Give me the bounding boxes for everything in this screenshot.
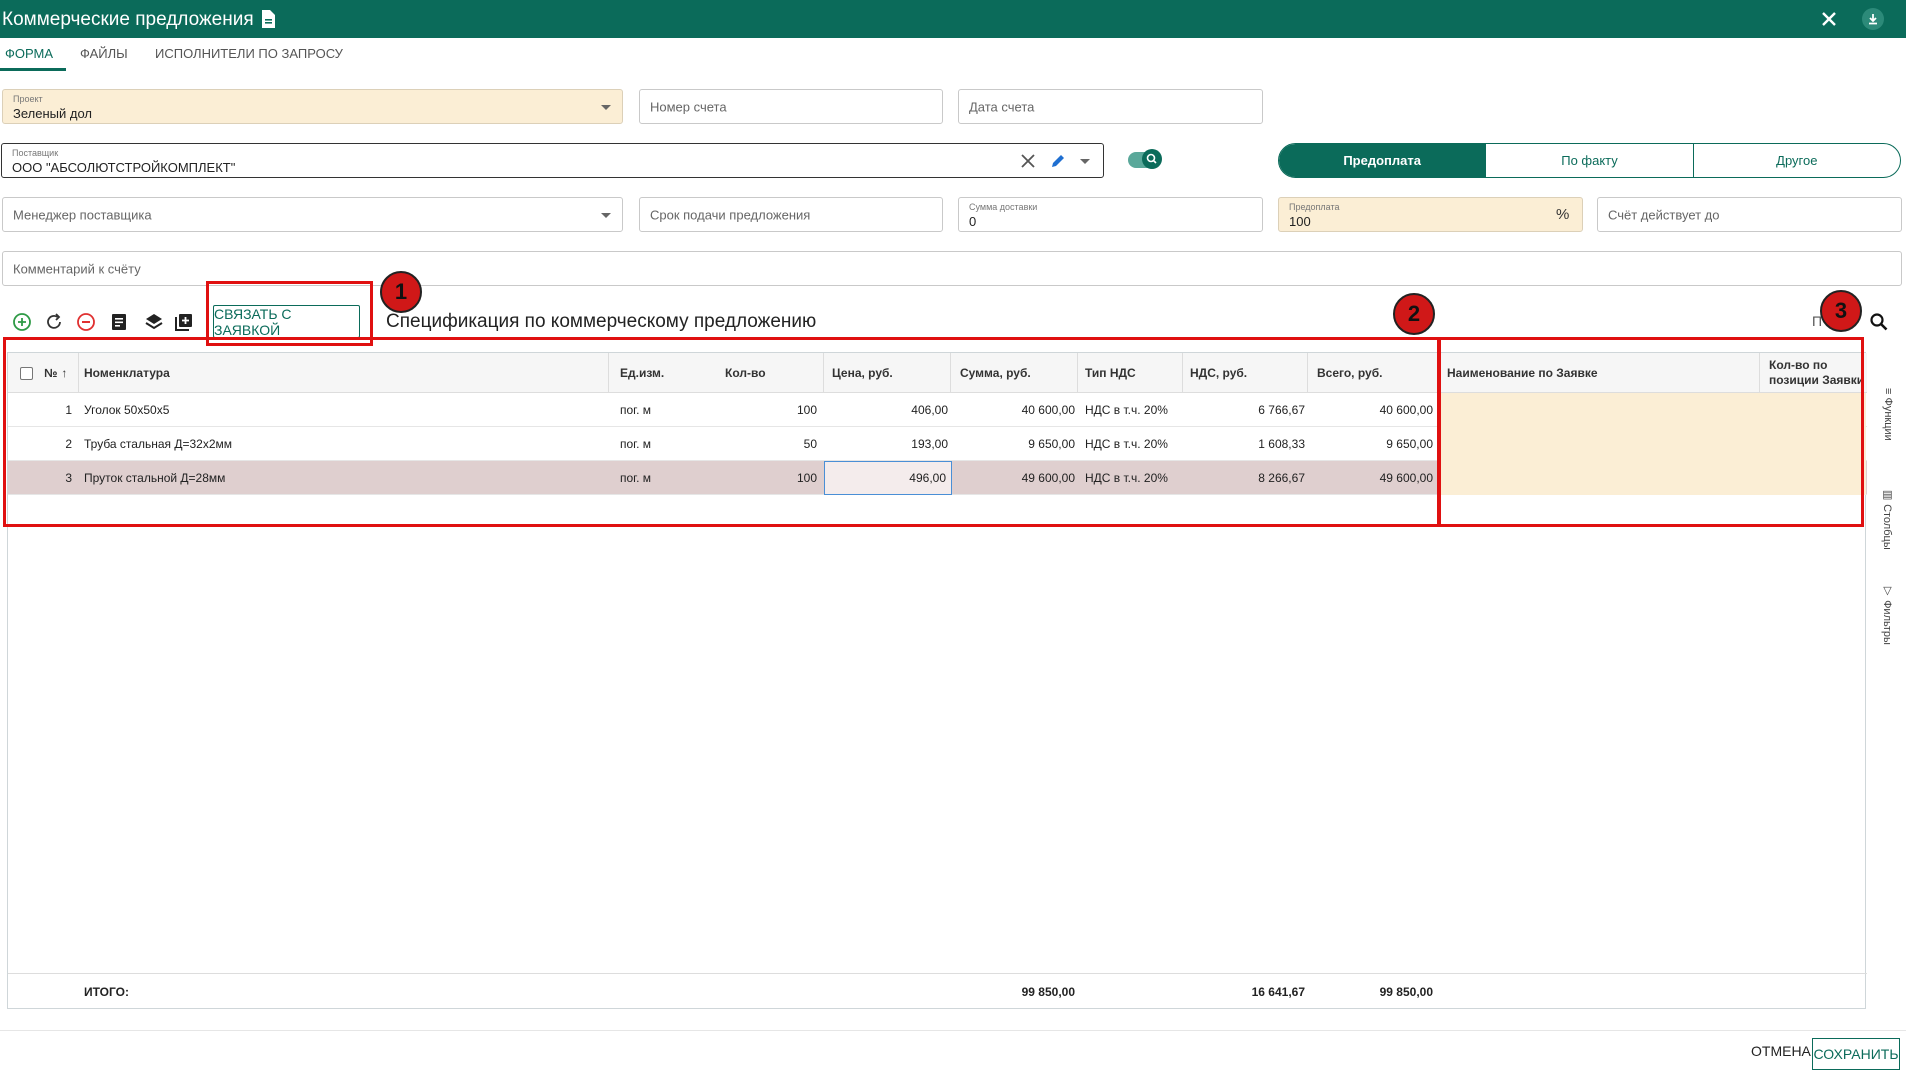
supplier-manager-placeholder: Менеджер поставщика: [13, 207, 152, 222]
remove-row-icon[interactable]: [75, 311, 97, 333]
annotation-box-2: [3, 337, 1440, 527]
grid-footer-totals: ИТОГО: 99 850,00 16 641,67 99 850,00: [8, 973, 1867, 1009]
payment-option-prepay[interactable]: Предоплата: [1279, 144, 1486, 177]
window-title: Коммерческие предложения: [2, 9, 254, 30]
offer-deadline-field[interactable]: Срок подачи предложения: [639, 197, 943, 232]
chevron-down-icon[interactable]: [601, 105, 611, 110]
dialog-actions: ОТМЕНА СОХРАНИТЬ: [0, 1030, 1906, 1072]
grid-side-panel: ≡ Функции ▤ Столбцы ▽ Фильтры: [1866, 352, 1906, 1009]
invoice-date-placeholder: Дата счета: [969, 99, 1035, 114]
chevron-down-icon[interactable]: [1080, 159, 1090, 164]
side-functions-label: Функции: [1882, 397, 1894, 441]
add-copy-icon[interactable]: [173, 311, 195, 333]
supplier-field[interactable]: Поставщик ООО "АБСОЛЮТСТРОЙКОМПЛЕКТ": [1, 143, 1104, 178]
project-label: Проект: [13, 94, 43, 104]
active-tab-indicator: [0, 68, 66, 71]
supplier-search-toggle[interactable]: [1128, 149, 1162, 169]
offer-deadline-placeholder: Срок подачи предложения: [650, 207, 811, 222]
edit-icon[interactable]: [1049, 152, 1067, 170]
prepayment-value: 100: [1289, 214, 1311, 229]
totals-vat: 16 641,67: [1251, 985, 1305, 999]
side-columns[interactable]: ▤ Столбцы: [1878, 488, 1894, 550]
invoice-number-field[interactable]: Номер счета: [639, 89, 943, 124]
invoice-date-field[interactable]: Дата счета: [958, 89, 1263, 124]
tab-form[interactable]: ФОРМА: [5, 46, 53, 61]
layers-icon[interactable]: [143, 311, 165, 333]
prepayment-field[interactable]: Предоплата 100 %: [1278, 197, 1583, 232]
annotation-badge-2: 2: [1393, 293, 1435, 335]
delivery-sum-label: Сумма доставки: [969, 202, 1038, 212]
comment-placeholder: Комментарий к счёту: [13, 261, 141, 276]
supplier-label: Поставщик: [12, 148, 59, 158]
totals-total: 99 850,00: [1379, 985, 1433, 999]
side-filters[interactable]: ▽ Фильтры: [1878, 584, 1894, 645]
cancel-button[interactable]: ОТМЕНА: [1751, 1043, 1811, 1059]
spec-title: Спецификация по коммерческому предложени…: [386, 311, 817, 332]
tab-bar: ФОРМА ФАЙЛЫ ИСПОЛНИТЕЛИ ПО ЗАПРОСУ: [0, 38, 1906, 71]
payment-option-fact[interactable]: По факту: [1485, 144, 1692, 177]
delivery-sum-value: 0: [969, 214, 977, 229]
side-functions[interactable]: ≡ Функции: [1878, 388, 1894, 441]
side-columns-label: Столбцы: [1881, 504, 1893, 550]
valid-until-placeholder: Счёт действует до: [1608, 207, 1720, 222]
payment-type-segmented: Предоплата По факту Другое: [1278, 143, 1901, 178]
tab-executors[interactable]: ИСПОЛНИТЕЛИ ПО ЗАПРОСУ: [155, 46, 343, 61]
delivery-sum-field[interactable]: Сумма доставки 0: [958, 197, 1263, 232]
document-list-icon[interactable]: [108, 311, 130, 333]
tab-files[interactable]: ФАЙЛЫ: [80, 46, 128, 61]
percent-icon: %: [1556, 206, 1570, 223]
annotation-box-3: [1438, 337, 1864, 527]
project-value: Зеленый дол: [13, 106, 92, 121]
totals-label: ИТОГО:: [84, 985, 129, 999]
chevron-down-icon[interactable]: [601, 213, 611, 218]
download-icon[interactable]: [1862, 8, 1884, 30]
annotation-badge-3: 3: [1820, 290, 1862, 332]
supplier-manager-select[interactable]: Менеджер поставщика: [2, 197, 623, 232]
document-icon[interactable]: [258, 9, 278, 29]
add-row-icon[interactable]: [11, 311, 33, 333]
toggle-search-icon: [1142, 149, 1162, 169]
window-header: Коммерческие предложения: [0, 0, 1906, 38]
close-icon[interactable]: [1818, 8, 1840, 30]
totals-sum: 99 850,00: [1021, 985, 1075, 999]
valid-until-field[interactable]: Счёт действует до: [1597, 197, 1902, 232]
save-button[interactable]: СОХРАНИТЬ: [1812, 1038, 1900, 1070]
search-icon[interactable]: [1869, 312, 1889, 332]
project-select[interactable]: Проект Зеленый дол: [2, 89, 623, 124]
clear-icon[interactable]: [1020, 153, 1036, 169]
prepayment-label: Предоплата: [1289, 202, 1340, 212]
annotation-badge-1: 1: [380, 271, 422, 313]
side-filters-label: Фильтры: [1881, 600, 1893, 645]
invoice-number-placeholder: Номер счета: [650, 99, 727, 114]
supplier-value: ООО "АБСОЛЮТСТРОЙКОМПЛЕКТ": [12, 160, 236, 175]
payment-option-other[interactable]: Другое: [1692, 144, 1900, 177]
refresh-icon[interactable]: [43, 311, 65, 333]
